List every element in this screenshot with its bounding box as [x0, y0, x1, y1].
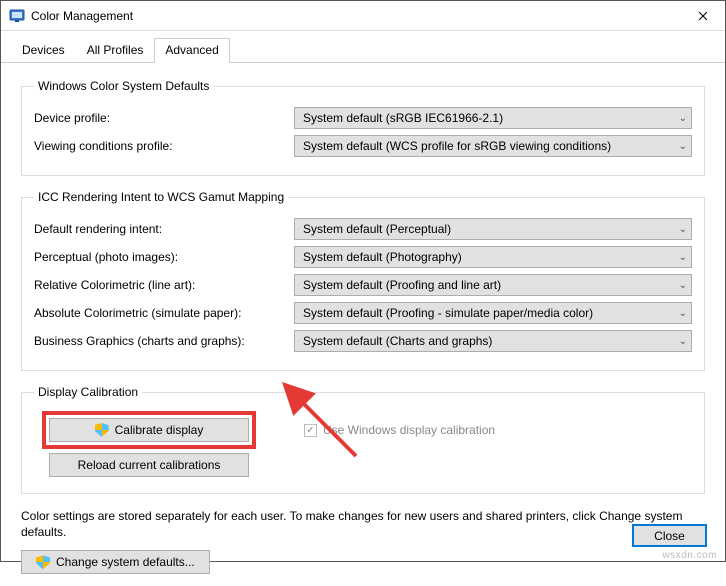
change-system-defaults-button[interactable]: Change system defaults... [21, 550, 210, 574]
close-button[interactable]: Close [632, 524, 707, 547]
viewing-conditions-label: Viewing conditions profile: [34, 139, 294, 153]
button-label: Reload current calibrations [78, 458, 221, 472]
default-intent-label: Default rendering intent: [34, 222, 294, 236]
button-label: Calibrate display [115, 423, 204, 437]
app-icon [9, 8, 25, 24]
select-value: System default (WCS profile for sRGB vie… [303, 139, 611, 153]
default-intent-select[interactable]: System default (Perceptual) ⌄ [294, 218, 692, 240]
group-legend: ICC Rendering Intent to WCS Gamut Mappin… [34, 190, 288, 204]
select-value: System default (Photography) [303, 250, 462, 264]
select-value: System default (Perceptual) [303, 222, 451, 236]
shield-icon [95, 423, 109, 437]
group-windows-color-system: Windows Color System Defaults Device pro… [21, 79, 705, 176]
select-value: System default (sRGB IEC61966-2.1) [303, 111, 503, 125]
chevron-down-icon: ⌄ [679, 252, 687, 263]
calibrate-display-button[interactable]: Calibrate display [49, 418, 249, 442]
annotation-highlight: Calibrate display [42, 411, 256, 449]
reload-calibrations-button[interactable]: Reload current calibrations [49, 453, 249, 477]
business-select[interactable]: System default (Charts and graphs) ⌄ [294, 330, 692, 352]
chevron-down-icon: ⌄ [679, 336, 687, 347]
absolute-select[interactable]: System default (Proofing - simulate pape… [294, 302, 692, 324]
tab-all-profiles[interactable]: All Profiles [76, 38, 155, 63]
checkbox-box: ✓ [304, 424, 317, 437]
chevron-down-icon: ⌄ [679, 113, 687, 124]
shield-icon [36, 555, 50, 569]
dialog-footer: Close [632, 524, 707, 547]
select-value: System default (Charts and graphs) [303, 334, 492, 348]
perceptual-label: Perceptual (photo images): [34, 250, 294, 264]
group-legend: Display Calibration [34, 385, 142, 399]
window-close-button[interactable] [680, 1, 725, 31]
tab-strip: Devices All Profiles Advanced [1, 31, 725, 63]
group-legend: Windows Color System Defaults [34, 79, 213, 93]
select-value: System default (Proofing - simulate pape… [303, 306, 593, 320]
chevron-down-icon: ⌄ [679, 280, 687, 291]
chevron-down-icon: ⌄ [679, 308, 687, 319]
group-display-calibration: Display Calibration Calibrate display ✓ … [21, 385, 705, 494]
title-bar: Color Management [1, 1, 725, 31]
relative-select[interactable]: System default (Proofing and line art) ⌄ [294, 274, 692, 296]
select-value: System default (Proofing and line art) [303, 278, 501, 292]
chevron-down-icon: ⌄ [679, 141, 687, 152]
tab-advanced[interactable]: Advanced [154, 38, 229, 63]
device-profile-select[interactable]: System default (sRGB IEC61966-2.1) ⌄ [294, 107, 692, 129]
tab-devices[interactable]: Devices [11, 38, 76, 63]
device-profile-label: Device profile: [34, 111, 294, 125]
footer-note: Color settings are stored separately for… [21, 508, 705, 540]
perceptual-select[interactable]: System default (Photography) ⌄ [294, 246, 692, 268]
watermark: wsxdn.com [662, 550, 717, 561]
absolute-label: Absolute Colorimetric (simulate paper): [34, 306, 294, 320]
use-windows-calibration-checkbox[interactable]: ✓ Use Windows display calibration [304, 423, 495, 437]
button-label: Change system defaults... [56, 555, 195, 569]
tab-content: Windows Color System Defaults Device pro… [1, 63, 725, 586]
checkbox-label: Use Windows display calibration [323, 423, 495, 437]
viewing-conditions-select[interactable]: System default (WCS profile for sRGB vie… [294, 135, 692, 157]
window-title: Color Management [31, 9, 680, 23]
business-label: Business Graphics (charts and graphs): [34, 334, 294, 348]
chevron-down-icon: ⌄ [679, 224, 687, 235]
group-icc-rendering: ICC Rendering Intent to WCS Gamut Mappin… [21, 190, 705, 371]
relative-label: Relative Colorimetric (line art): [34, 278, 294, 292]
